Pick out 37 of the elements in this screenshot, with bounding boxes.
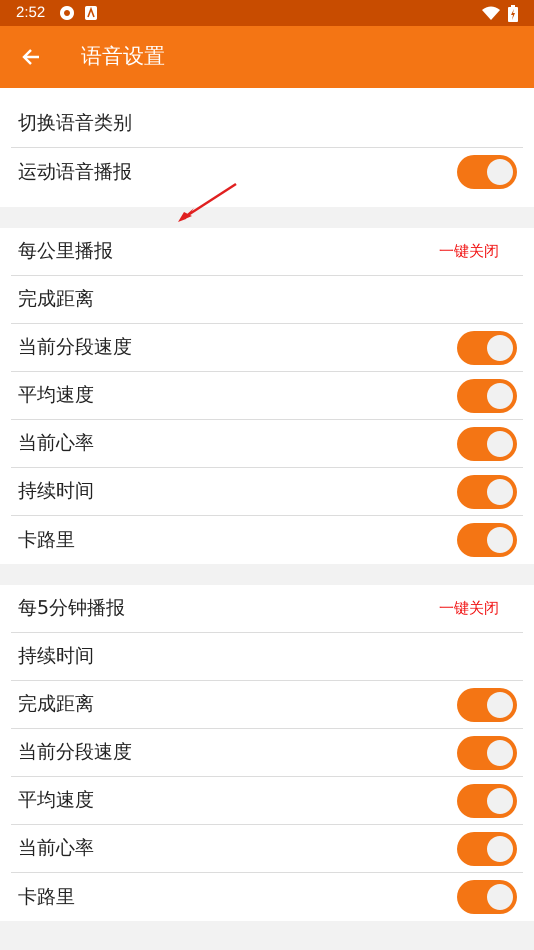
toggle-switch[interactable] — [457, 523, 517, 557]
setting-label: 完成距离 — [18, 287, 94, 312]
toggle-switch[interactable] — [457, 880, 517, 914]
setting-label: 持续时间 — [18, 644, 94, 670]
toggle-switch[interactable] — [457, 330, 517, 364]
toggle-switch[interactable] — [457, 426, 517, 460]
toggle-switch[interactable] — [457, 378, 517, 412]
annotation-arrow — [176, 182, 238, 224]
toggle-switch[interactable] — [457, 736, 517, 770]
setting-label: 持续时间 — [18, 479, 94, 504]
toggle-switch[interactable] — [457, 474, 517, 508]
screen-title: 语音设置 — [81, 43, 165, 70]
setting-label: 每公里播报 — [18, 239, 113, 264]
app-notification-icon — [85, 6, 98, 20]
status-time: 2:52 — [16, 2, 46, 23]
turn-off-all-link[interactable]: 一键关闭 — [439, 240, 517, 263]
setting-label: 当前心率 — [18, 836, 94, 862]
toggle-switch[interactable] — [457, 784, 517, 818]
toggle-switch[interactable] — [457, 832, 517, 866]
setting-label: 运动语音播报 — [18, 160, 132, 185]
setting-label: 卡路里 — [18, 884, 75, 910]
setting-label: 切换语音类别 — [18, 111, 132, 136]
turn-off-all-link[interactable]: 一键关闭 — [439, 597, 517, 620]
setting-label: 卡路里 — [18, 528, 75, 553]
toggle-switch[interactable] — [457, 155, 517, 189]
setting-label: 当前分段速度 — [18, 740, 132, 766]
battery-charging-icon — [508, 4, 518, 22]
back-arrow-icon[interactable] — [21, 47, 41, 67]
setting-label: 完成距离 — [18, 692, 94, 718]
setting-label: 平均速度 — [18, 788, 94, 814]
setting-label: 当前心率 — [18, 431, 94, 456]
setting-label: 平均速度 — [18, 383, 94, 408]
app-notification-icon — [59, 5, 76, 21]
setting-label: 当前分段速度 — [18, 335, 132, 360]
setting-label: 每5分钟播报 — [18, 596, 126, 622]
wifi-icon — [482, 6, 500, 20]
toggle-switch[interactable] — [457, 688, 517, 722]
